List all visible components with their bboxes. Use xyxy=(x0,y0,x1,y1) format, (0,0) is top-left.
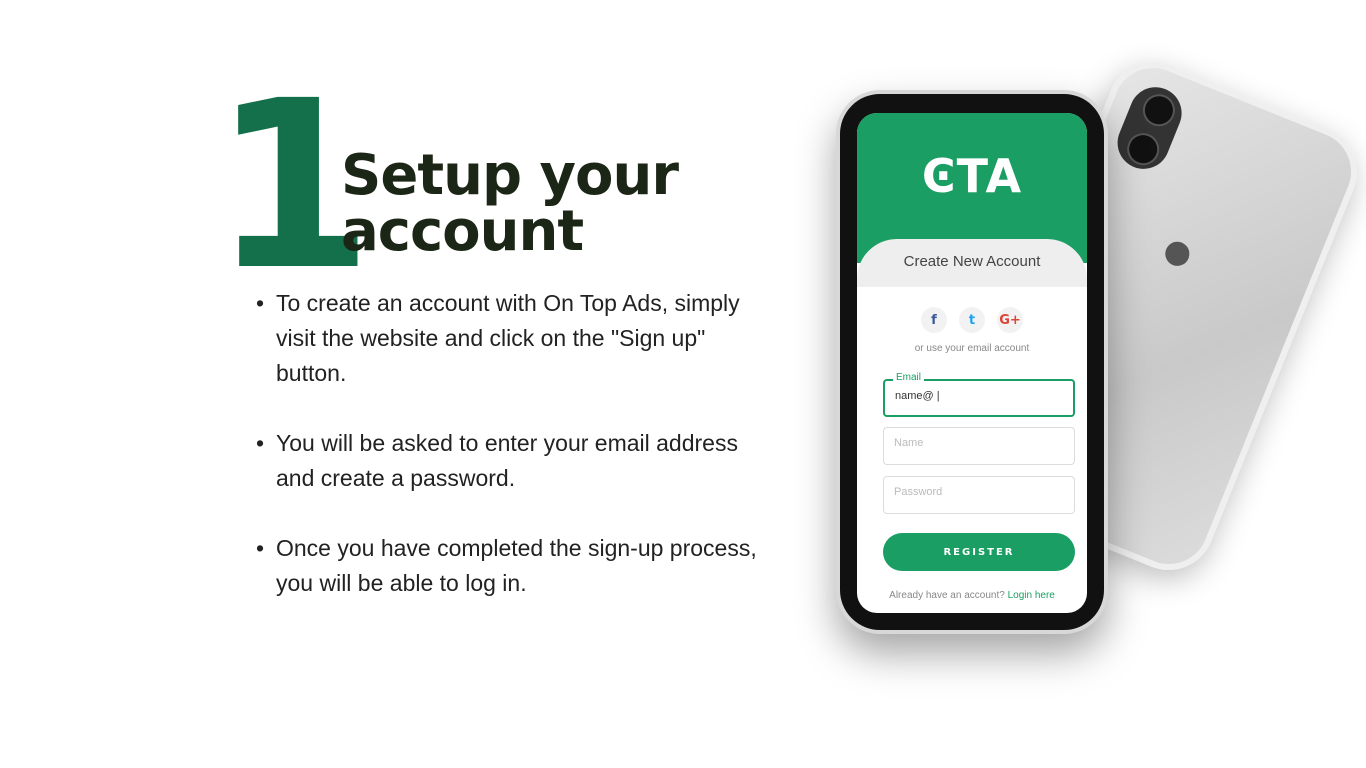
front-phone-mockup: ϾTA Create New Account f t G+ or use you… xyxy=(836,90,1108,634)
register-button[interactable]: REGISTER xyxy=(883,533,1075,571)
twitter-icon[interactable]: t xyxy=(959,307,985,333)
screen-title: Create New Account xyxy=(903,253,1041,270)
email-label: Email xyxy=(893,372,925,383)
instruction-list: To create an account with On Top Ads, si… xyxy=(256,286,776,636)
instruction-item: You will be asked to enter your email ad… xyxy=(256,426,776,496)
email-field[interactable]: Email xyxy=(883,372,1075,417)
social-buttons: f t G+ xyxy=(857,307,1087,333)
facebook-icon[interactable]: f xyxy=(921,307,947,333)
heading-line-2: account xyxy=(341,199,584,264)
app-logo: ϾTA xyxy=(921,149,1023,203)
page-heading: Setup your account xyxy=(341,143,679,264)
name-input[interactable] xyxy=(894,437,1064,449)
password-field[interactable] xyxy=(883,476,1075,514)
camera-icon xyxy=(1109,79,1190,177)
login-prompt: Already have an account? Login here xyxy=(857,590,1087,601)
login-prompt-text: Already have an account? xyxy=(889,590,1005,601)
name-field[interactable] xyxy=(883,427,1075,465)
apple-logo-icon: ● xyxy=(1151,214,1207,286)
password-input[interactable] xyxy=(894,486,1064,498)
alt-signup-text: or use your email account xyxy=(914,343,1030,354)
login-link[interactable]: Login here xyxy=(1008,590,1055,601)
phone-screen: ϾTA Create New Account f t G+ or use you… xyxy=(857,113,1087,613)
instruction-item: To create an account with On Top Ads, si… xyxy=(256,286,776,391)
google-plus-icon[interactable]: G+ xyxy=(997,307,1023,333)
instruction-item: Once you have completed the sign-up proc… xyxy=(256,531,776,601)
heading-line-1: Setup your xyxy=(341,143,679,208)
email-input[interactable] xyxy=(895,390,1065,402)
